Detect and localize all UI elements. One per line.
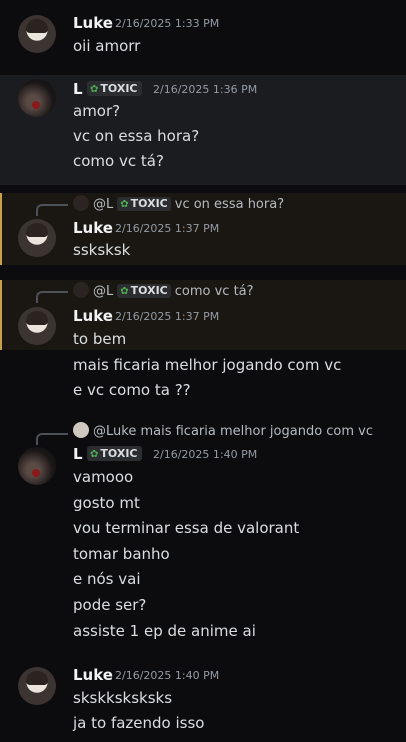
reply-text: vc on essa hora? [174,197,285,212]
message-text: skskksksksks [73,689,173,707]
leaf-icon: ✿ [120,286,129,297]
role-tag-label: TOXIC [100,447,138,460]
reply-author[interactable]: @L [93,197,113,212]
timestamp: 2/16/2025 1:33 PM [115,17,220,30]
leaf-icon: ✿ [120,199,129,210]
message-text: pode ser? [73,596,147,614]
reply-author[interactable]: @L [93,284,113,299]
reply-preview[interactable]: @Luke mais ficaria melhor jogando com vc [73,422,373,440]
timestamp: 2/16/2025 1:36 PM [153,83,258,96]
role-tag: ✿ TOXIC [87,81,142,96]
avatar[interactable] [18,15,56,53]
author-name[interactable]: Luke [73,666,113,684]
role-tag-label: TOXIC [130,284,168,297]
author-name[interactable]: Luke [73,14,113,32]
message-text: vamooo [73,468,134,486]
reply-avatar [73,282,89,298]
reply-spine-icon [36,433,68,445]
message-text: assiste 1 ep de anime ai [73,622,256,640]
reply-text: mais ficaria melhor jogando com vc [140,424,374,439]
reply-author[interactable]: @Luke [93,424,136,439]
author-name[interactable]: Luke [73,219,113,237]
timestamp: 2/16/2025 1:37 PM [115,222,220,235]
message-text: to bem [73,330,127,348]
reply-preview[interactable]: @L ✿ TOXIC vc on essa hora? [73,195,284,213]
message-text: oii amorr [73,37,141,55]
message-text: tomar banho [73,545,170,563]
message-text: ja to fazendo isso [73,714,205,732]
avatar[interactable] [18,219,56,257]
message-text: e nós vai [73,570,141,588]
message-group[interactable]: Luke 2/16/2025 1:33 PM oii amorr [0,0,406,68]
message-text: amor? [73,102,121,120]
message-group[interactable]: @L ✿ TOXIC como vc tá? Luke 2/16/2025 1:37 … [0,280,406,350]
author-name[interactable]: L [73,445,83,463]
timestamp: 2/16/2025 1:37 PM [115,310,220,323]
avatar[interactable] [18,307,56,345]
reply-text: como vc tá? [174,284,254,299]
avatar[interactable] [18,79,56,117]
reply-preview[interactable]: @L ✿ TOXIC como vc tá? [73,282,254,300]
timestamp: 2/16/2025 1:40 PM [115,669,220,682]
message-text: mais ficaria melhor jogando com vc [73,356,342,374]
message-text: e vc como ta ?? [73,381,191,399]
author-name[interactable]: L [73,80,83,98]
timestamp: 2/16/2025 1:40 PM [153,448,258,461]
role-tag: ✿ TOXIC [117,284,171,298]
message-text: como vc tá? [73,152,164,170]
message-text: gosto mt [73,494,140,512]
reply-spine-icon [36,204,68,216]
message-text: ssksksk [73,241,131,259]
reply-spine-icon [36,291,68,303]
message-group[interactable]: L ✿ TOXIC 2/16/2025 1:36 PM amor? [0,75,406,185]
message-text: vou terminar essa de valorant [73,519,300,537]
avatar[interactable] [18,447,56,485]
avatar[interactable] [18,667,56,705]
leaf-icon: ✿ [90,84,99,95]
author-name[interactable]: Luke [73,307,113,325]
role-tag-label: TOXIC [130,197,168,210]
role-tag: ✿ TOXIC [117,197,171,211]
leaf-icon: ✿ [90,449,99,460]
role-tag: ✿ TOXIC [87,446,142,461]
role-tag-label: TOXIC [100,82,138,95]
reply-avatar [73,195,89,211]
reply-avatar [73,422,89,438]
message-text: vc on essa hora? [73,127,200,145]
message-group[interactable]: @L ✿ TOXIC vc on essa hora? Luke 2/16/2025 … [0,193,406,265]
